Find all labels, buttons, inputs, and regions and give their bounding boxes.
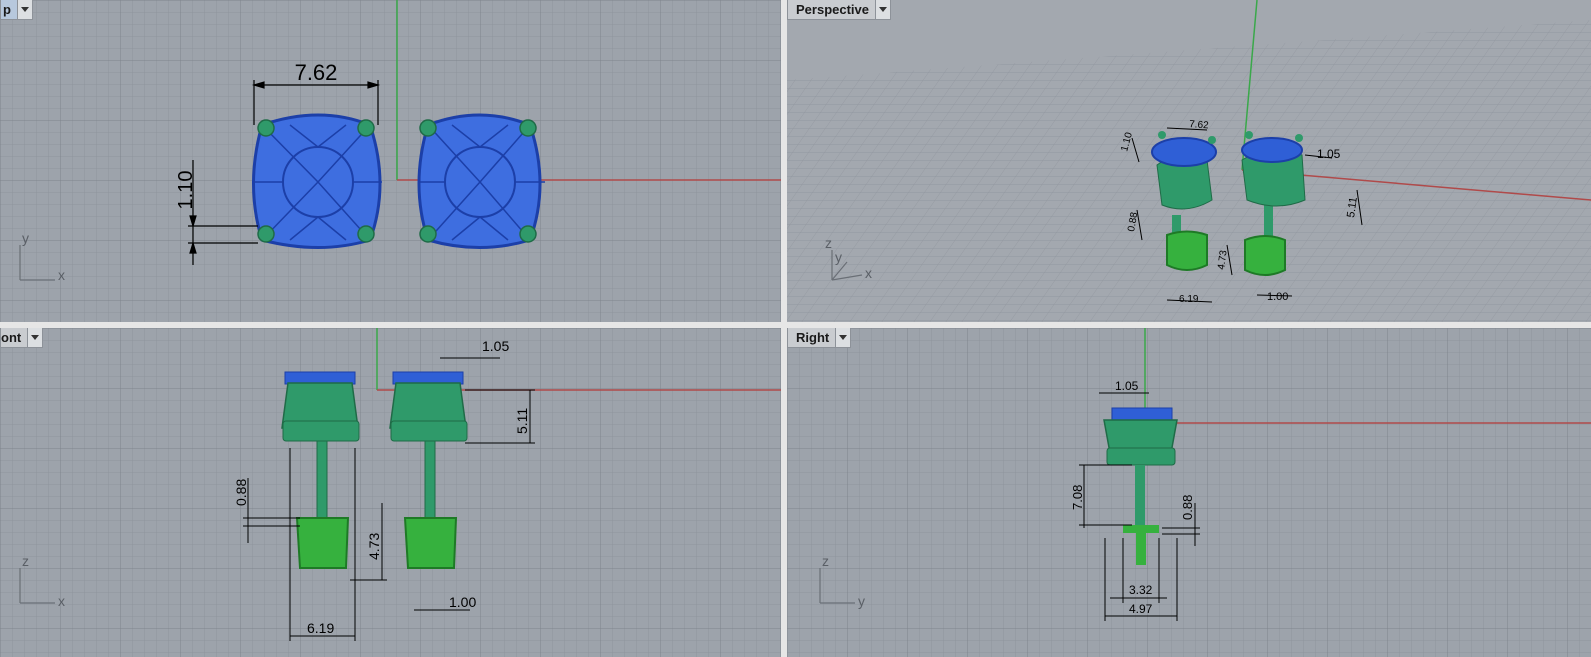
dim-label: 1.00 — [449, 594, 476, 610]
dim-label: 1.05 — [1115, 379, 1139, 393]
dim-label: 0.88 — [1180, 495, 1195, 520]
viewport-label-right[interactable]: Right — [787, 328, 852, 348]
dimension-height-label: 1.10 — [175, 171, 197, 210]
viewport-label-front[interactable]: ont — [0, 328, 44, 348]
dimension-width-label: 7.62 — [295, 60, 338, 85]
dim-label: 7.08 — [1070, 485, 1085, 510]
chevron-down-icon[interactable] — [875, 0, 890, 19]
dim-label: 1.05 — [1317, 147, 1341, 161]
viewport-label-top[interactable]: p — [0, 0, 33, 20]
axis-label-x: x — [58, 267, 65, 283]
viewport-right[interactable]: 1.05 7.08 0.88 3.32 4.97 z y Right — [787, 328, 1591, 657]
viewport-front[interactable]: 1.05 5.11 0.88 4.73 6.19 1.00 z x ont — [0, 328, 781, 657]
dim-label: 7.62 — [1189, 119, 1210, 131]
right-view-canvas[interactable]: 1.05 7.08 0.88 3.32 4.97 z y — [787, 328, 1591, 657]
top-view-canvas[interactable]: 7.62 1.10 y x — [0, 0, 781, 322]
viewport-top[interactable]: 7.62 1.10 y x p — [0, 0, 781, 322]
viewport-splitter-vertical[interactable] — [781, 0, 787, 657]
axis-label-x: x — [865, 265, 872, 281]
perspective-view-canvas[interactable]: 7.62 1.10 1.05 5.11 0.88 4.73 6.19 1.00 … — [787, 0, 1591, 322]
viewport-label-perspective[interactable]: Perspective — [787, 0, 891, 20]
dim-label: 4.97 — [1129, 602, 1153, 616]
chevron-down-icon[interactable] — [835, 328, 851, 347]
viewport-splitter-horizontal[interactable] — [0, 322, 1591, 328]
viewport-title: p — [3, 2, 11, 17]
viewport-title: ont — [1, 330, 22, 345]
axis-label-y: y — [835, 249, 842, 265]
axis-label-x: x — [58, 593, 65, 609]
axis-label-z: z — [825, 235, 832, 251]
viewport-perspective[interactable]: 7.62 1.10 1.05 5.11 0.88 4.73 6.19 1.00 … — [787, 0, 1591, 322]
axis-label-z: z — [22, 553, 29, 569]
axis-label-y: y — [858, 593, 865, 609]
chevron-down-icon[interactable] — [16, 0, 32, 19]
dim-label: 6.19 — [307, 620, 334, 636]
front-view-canvas[interactable]: 1.05 5.11 0.88 4.73 6.19 1.00 z x — [0, 328, 781, 657]
axis-label-z: z — [822, 553, 829, 569]
dim-label: 4.73 — [366, 533, 382, 560]
dim-label: 1.00 — [1267, 291, 1288, 303]
dim-label: 3.32 — [1129, 583, 1153, 597]
dim-label: 5.11 — [514, 408, 530, 434]
axis-label-y: y — [22, 230, 29, 246]
dim-label: 6.19 — [1179, 294, 1199, 305]
chevron-down-icon[interactable] — [27, 328, 43, 347]
dim-label: 1.05 — [482, 338, 509, 354]
viewport-title: Right — [796, 330, 830, 345]
dim-label: 0.88 — [233, 479, 249, 506]
viewport-title: Perspective — [796, 2, 869, 17]
